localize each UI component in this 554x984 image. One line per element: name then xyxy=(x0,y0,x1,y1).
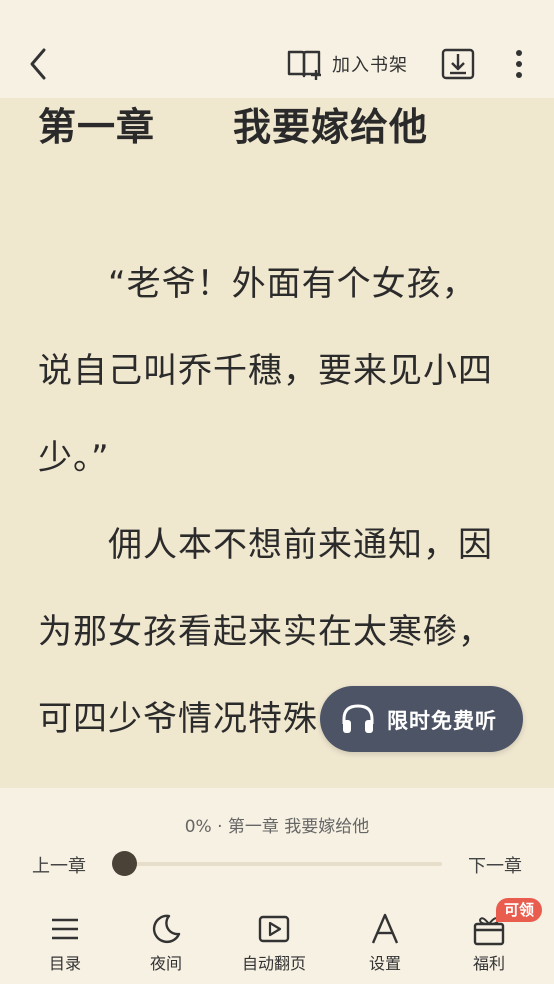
text-line: “老爷！外面有个女孩， xyxy=(38,264,477,304)
nav-label: 设置 xyxy=(368,954,401,973)
text-line: 可四少爷情况特殊 xyxy=(38,699,318,739)
more-vertical-icon xyxy=(516,50,522,78)
nav-label: 目录 xyxy=(48,954,81,973)
top-toolbar: 加入书架 xyxy=(0,0,554,98)
text-line: 少。” xyxy=(38,438,110,478)
more-options-button[interactable] xyxy=(508,44,530,84)
bottom-nav: 目录 夜间 自动翻页 设置 福利 xyxy=(0,912,554,984)
next-chapter-button[interactable]: 下一章 xyxy=(468,852,522,878)
menu-list-icon xyxy=(52,918,78,940)
font-a-icon xyxy=(371,913,399,944)
nav-label: 福利 xyxy=(472,954,505,973)
chapter-title: 第一章 我要嫁给他 xyxy=(38,105,429,149)
progress-separator: · xyxy=(217,817,223,837)
headphones-icon xyxy=(342,704,374,733)
free-listen-label: 限时免费听 xyxy=(387,709,497,733)
back-button[interactable] xyxy=(24,44,54,84)
prev-chapter-button[interactable]: 上一章 xyxy=(32,852,86,878)
download-icon xyxy=(441,48,475,80)
nav-catalog[interactable]: 目录 xyxy=(25,912,105,984)
text-line: 说自己叫乔千穗，要来见小四 xyxy=(38,351,493,391)
nav-label: 夜间 xyxy=(149,954,182,973)
text-line: 佣人本不想前来通知，因 xyxy=(38,525,493,565)
book-add-icon xyxy=(287,50,321,80)
welfare-badge: 可领 xyxy=(496,898,542,922)
add-to-bookshelf-button[interactable]: 加入书架 xyxy=(286,44,408,84)
nav-settings[interactable]: 设置 xyxy=(345,912,425,984)
moon-icon xyxy=(152,914,181,944)
progress-slider-handle[interactable] xyxy=(112,851,137,876)
progress-info: 0% · 第一章 我要嫁给他 xyxy=(0,812,554,837)
nav-night-mode[interactable]: 夜间 xyxy=(126,912,206,984)
progress-percent: 0% xyxy=(184,817,212,837)
progress-slider-track[interactable] xyxy=(122,862,442,866)
reader-bottom-panel: 0% · 第一章 我要嫁给他 上一章 下一章 目录 夜间 自动翻页 设置 福利 … xyxy=(0,788,554,984)
download-button[interactable] xyxy=(440,44,476,84)
nav-auto-page[interactable]: 自动翻页 xyxy=(234,912,314,984)
chevron-left-icon xyxy=(30,48,46,80)
bookshelf-label: 加入书架 xyxy=(332,55,408,76)
auto-page-icon xyxy=(258,915,290,943)
nav-welfare[interactable]: 福利 xyxy=(449,912,529,984)
text-line: 为那女孩看起来实在太寒碜， xyxy=(38,612,493,652)
progress-chapter-name: 第一章 我要嫁给他 xyxy=(227,817,370,837)
free-listen-button[interactable]: 限时免费听 xyxy=(320,686,523,752)
nav-label: 自动翻页 xyxy=(241,954,306,973)
